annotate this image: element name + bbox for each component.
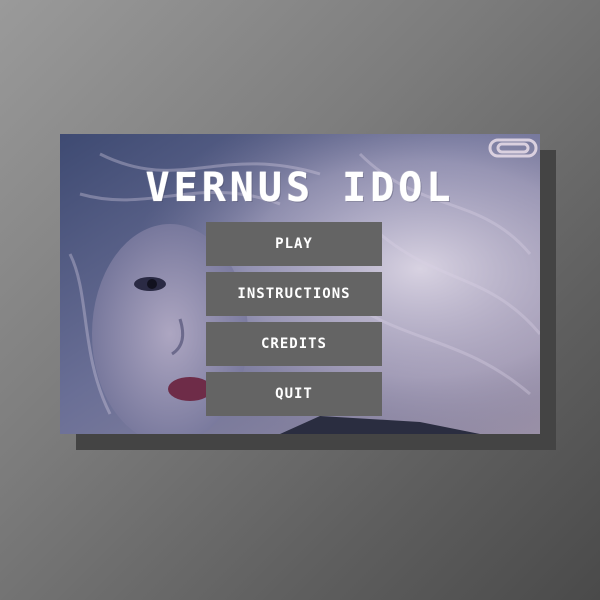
game-title: VERNUS IDOL [145, 165, 455, 211]
instructions-button[interactable]: INSTRUCTIONS [206, 272, 382, 316]
main-menu: PLAY INSTRUCTIONS CREDITS QUIT [206, 222, 382, 422]
quit-button[interactable]: QUIT [206, 372, 382, 416]
game-window: VERNUS IDOL PLAY INSTRUCTIONS CREDITS QU… [60, 134, 540, 434]
credits-button[interactable]: CREDITS [206, 322, 382, 366]
play-button[interactable]: PLAY [206, 222, 382, 266]
